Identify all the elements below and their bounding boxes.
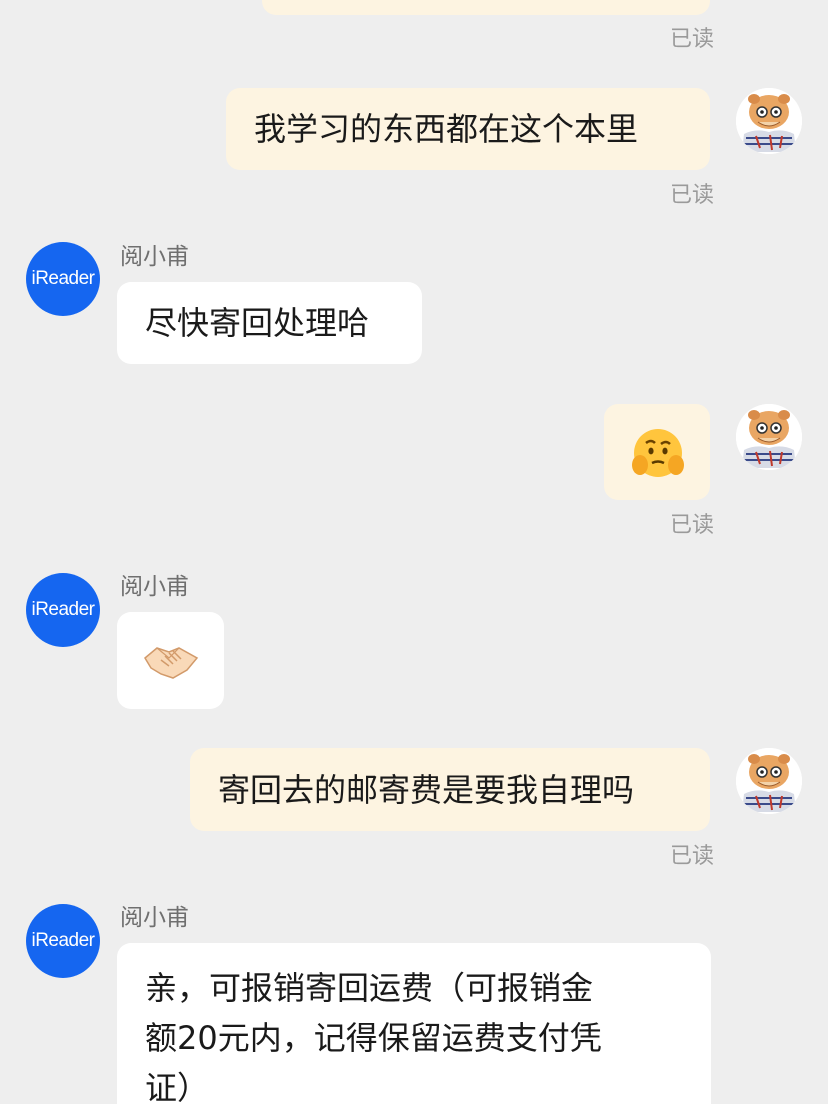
user-avatar[interactable]: [736, 404, 802, 470]
message-text: 尽快寄回处理哈: [145, 304, 370, 342]
message-bubble-theirs[interactable]: 亲，可报销寄回运费（可报销金 额20元内，记得保留运费支付凭 证）: [117, 943, 711, 1104]
message-bubble-mine[interactable]: 寄回去的邮寄费是要我自理吗: [190, 748, 710, 831]
message-text-line: 亲，可报销寄回运费（可报销金: [145, 969, 594, 1007]
user-avatar[interactable]: [736, 748, 802, 814]
read-receipt: 已读: [669, 27, 714, 52]
message-text-line: 额20元内，记得保留运费支付凭: [145, 1019, 602, 1057]
ireader-avatar[interactable]: iReader: [26, 904, 100, 978]
sender-name: 阅小甫: [120, 905, 189, 931]
sender-name: 阅小甫: [120, 244, 189, 270]
message-bubble-mine[interactable]: 我学习的东西都在这个本里: [226, 88, 710, 170]
sender-name: 阅小甫: [120, 574, 189, 600]
message-bubble-mine[interactable]: [262, 0, 710, 15]
message-text-line: 证）: [145, 1069, 210, 1104]
thinking-face-icon: [630, 425, 686, 481]
handshake-icon: [143, 638, 199, 682]
read-receipt: 已读: [669, 513, 714, 538]
read-receipt: 已读: [669, 844, 714, 869]
ireader-avatar[interactable]: iReader: [26, 242, 100, 316]
user-avatar[interactable]: [736, 88, 802, 154]
message-bubble-theirs[interactable]: 尽快寄回处理哈: [117, 282, 422, 364]
message-text: 我学习的东西都在这个本里: [254, 110, 639, 148]
message-bubble-theirs[interactable]: [117, 612, 224, 709]
read-receipt: 已读: [669, 183, 714, 208]
ireader-avatar[interactable]: iReader: [26, 573, 100, 647]
message-text: 寄回去的邮寄费是要我自理吗: [218, 771, 635, 809]
message-bubble-mine[interactable]: [604, 404, 710, 500]
